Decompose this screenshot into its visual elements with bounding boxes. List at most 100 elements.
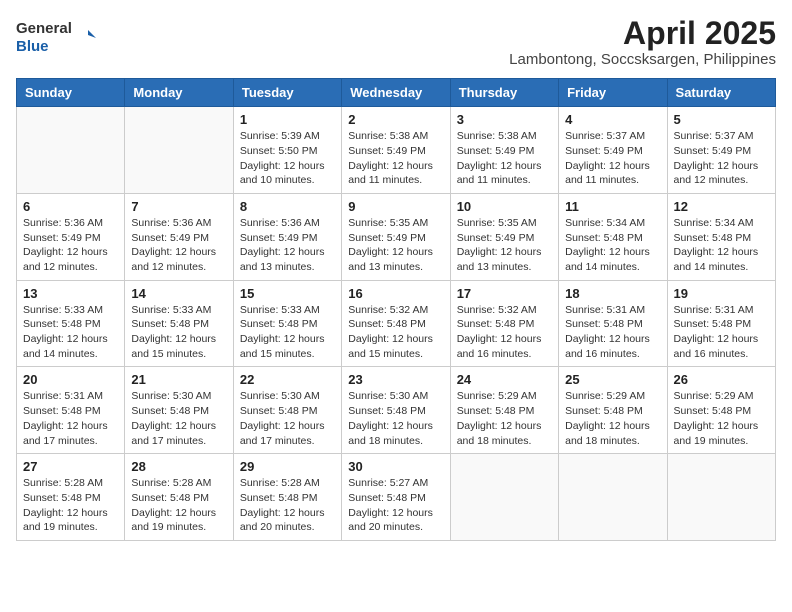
day-number: 19	[674, 286, 769, 301]
header: General Blue April 2025 Lambontong, Socc…	[16, 16, 776, 68]
day-info: Sunrise: 5:28 AMSunset: 5:48 PMDaylight:…	[131, 476, 226, 535]
day-cell-3: 3 Sunrise: 5:38 AMSunset: 5:49 PMDaylight…	[450, 107, 558, 194]
day-number: 20	[23, 372, 118, 387]
day-cell-17: 17Sunrise: 5:32 AMSunset: 5:48 PMDayligh…	[450, 280, 558, 367]
empty-cell	[559, 454, 667, 541]
empty-cell	[17, 107, 125, 194]
day-cell-7: 7 Sunrise: 5:36 AMSunset: 5:49 PMDaylight…	[125, 193, 233, 280]
day-info: Sunrise: 5:34 AMSunset: 5:48 PMDaylight:…	[565, 216, 660, 275]
day-cell-5: 5Sunrise: 5:37 AMSunset: 5:49 PMDaylight…	[667, 107, 775, 194]
day-number: 30	[348, 459, 443, 474]
day-number: 3	[457, 112, 552, 127]
day-number: 28	[131, 459, 226, 474]
location-title: Lambontong, Soccsksargen, Philippines	[509, 51, 776, 68]
logo: General Blue	[16, 16, 96, 56]
logo-svg: General Blue	[16, 16, 96, 56]
day-cell-25: 25 Sunrise: 5:29 AMSunset: 5:48 PMDayligh…	[559, 367, 667, 454]
day-info: Sunrise: 5:33 AMSunset: 5:48 PMDaylight:…	[240, 303, 335, 362]
weekday-header-saturday: Saturday	[667, 79, 775, 107]
day-cell-6: 6 Sunrise: 5:36 AMSunset: 5:49 PMDaylight…	[17, 193, 125, 280]
day-cell-24: 24 Sunrise: 5:29 AMSunset: 5:48 PMDayligh…	[450, 367, 558, 454]
day-info: Sunrise: 5:30 AMSunset: 5:48 PMDaylight:…	[348, 389, 443, 448]
day-info: Sunrise: 5:32 AMSunset: 5:48 PMDaylight:…	[457, 303, 552, 362]
day-info: Sunrise: 5:34 AMSunset: 5:48 PMDaylight:…	[674, 216, 769, 275]
day-number: 4	[565, 112, 660, 127]
day-number: 27	[23, 459, 118, 474]
day-number: 2	[348, 112, 443, 127]
day-cell-28: 28 Sunrise: 5:28 AMSunset: 5:48 PMDayligh…	[125, 454, 233, 541]
day-cell-11: 11 Sunrise: 5:34 AMSunset: 5:48 PMDayligh…	[559, 193, 667, 280]
day-number: 6	[23, 199, 118, 214]
day-info: Sunrise: 5:29 AMSunset: 5:48 PMDaylight:…	[565, 389, 660, 448]
day-number: 11	[565, 199, 660, 214]
day-cell-30: 30 Sunrise: 5:27 AMSunset: 5:48 PMDayligh…	[342, 454, 450, 541]
day-info: Sunrise: 5:37 AMSunset: 5:49 PMDaylight:…	[565, 129, 660, 188]
day-number: 8	[240, 199, 335, 214]
weekday-header-row: SundayMondayTuesdayWednesdayThursdayFrid…	[17, 79, 776, 107]
day-number: 23	[348, 372, 443, 387]
day-info: Sunrise: 5:32 AMSunset: 5:48 PMDaylight:…	[348, 303, 443, 362]
day-cell-12: 12 Sunrise: 5:34 AMSunset: 5:48 PMDayligh…	[667, 193, 775, 280]
day-number: 21	[131, 372, 226, 387]
calendar-row: 1Sunrise: 5:39 AMSunset: 5:50 PMDaylight…	[17, 107, 776, 194]
day-cell-26: 26 Sunrise: 5:29 AMSunset: 5:48 PMDayligh…	[667, 367, 775, 454]
calendar-row: 6 Sunrise: 5:36 AMSunset: 5:49 PMDaylight…	[17, 193, 776, 280]
day-number: 10	[457, 199, 552, 214]
day-cell-14: 14 Sunrise: 5:33 AMSunset: 5:48 PMDayligh…	[125, 280, 233, 367]
day-cell-23: 23 Sunrise: 5:30 AMSunset: 5:48 PMDayligh…	[342, 367, 450, 454]
empty-cell	[667, 454, 775, 541]
day-info: Sunrise: 5:31 AMSunset: 5:48 PMDaylight:…	[565, 303, 660, 362]
day-cell-9: 9Sunrise: 5:35 AMSunset: 5:49 PMDaylight…	[342, 193, 450, 280]
day-cell-1: 1Sunrise: 5:39 AMSunset: 5:50 PMDaylight…	[233, 107, 341, 194]
day-info: Sunrise: 5:29 AMSunset: 5:48 PMDaylight:…	[674, 389, 769, 448]
empty-cell	[450, 454, 558, 541]
day-number: 18	[565, 286, 660, 301]
day-info: Sunrise: 5:36 AMSunset: 5:49 PMDaylight:…	[23, 216, 118, 275]
day-number: 13	[23, 286, 118, 301]
day-info: Sunrise: 5:35 AMSunset: 5:49 PMDaylight:…	[457, 216, 552, 275]
day-info: Sunrise: 5:27 AMSunset: 5:48 PMDaylight:…	[348, 476, 443, 535]
day-number: 22	[240, 372, 335, 387]
svg-text:Blue: Blue	[16, 38, 49, 55]
empty-cell	[125, 107, 233, 194]
day-number: 5	[674, 112, 769, 127]
day-number: 29	[240, 459, 335, 474]
day-info: Sunrise: 5:35 AMSunset: 5:49 PMDaylight:…	[348, 216, 443, 275]
day-number: 12	[674, 199, 769, 214]
weekday-header-monday: Monday	[125, 79, 233, 107]
day-info: Sunrise: 5:33 AMSunset: 5:48 PMDaylight:…	[131, 303, 226, 362]
day-info: Sunrise: 5:29 AMSunset: 5:48 PMDaylight:…	[457, 389, 552, 448]
weekday-header-friday: Friday	[559, 79, 667, 107]
day-cell-8: 8 Sunrise: 5:36 AMSunset: 5:49 PMDaylight…	[233, 193, 341, 280]
day-number: 15	[240, 286, 335, 301]
day-cell-21: 21 Sunrise: 5:30 AMSunset: 5:48 PMDayligh…	[125, 367, 233, 454]
day-info: Sunrise: 5:31 AMSunset: 5:48 PMDaylight:…	[674, 303, 769, 362]
day-info: Sunrise: 5:28 AMSunset: 5:48 PMDaylight:…	[23, 476, 118, 535]
day-number: 1	[240, 112, 335, 127]
day-cell-13: 13Sunrise: 5:33 AMSunset: 5:48 PMDayligh…	[17, 280, 125, 367]
weekday-header-thursday: Thursday	[450, 79, 558, 107]
day-cell-18: 18 Sunrise: 5:31 AMSunset: 5:48 PMDayligh…	[559, 280, 667, 367]
day-info: Sunrise: 5:38 AMSunset: 5:49 PMDaylight:…	[457, 129, 552, 188]
calendar-row: 13 Sunrise: 5:33 AMSunset: 5:48 PMDayligh…	[17, 280, 776, 367]
day-info: Sunrise: 5:36 AMSunset: 5:49 PMDaylight:…	[131, 216, 226, 275]
day-info: Sunrise: 5:30 AMSunset: 5:48 PMDaylight:…	[131, 389, 226, 448]
day-number: 7	[131, 199, 226, 214]
day-info: Sunrise: 5:30 AMSunset: 5:48 PMDaylight:…	[240, 389, 335, 448]
day-number: 25	[565, 372, 660, 387]
day-info: Sunrise: 5:28 AMSunset: 5:48 PMDaylight:…	[240, 476, 335, 535]
day-number: 26	[674, 372, 769, 387]
day-cell-10: 10 Sunrise: 5:35 AMSunset: 5:49 PMDayligh…	[450, 193, 558, 280]
day-info: Sunrise: 5:36 AMSunset: 5:49 PMDaylight:…	[240, 216, 335, 275]
day-number: 16	[348, 286, 443, 301]
day-cell-29: 29 Sunrise: 5:28 AMSunset: 5:48 PMDayligh…	[233, 454, 341, 541]
calendar-table: SundayMondayTuesdayWednesdayThursdayFrid…	[16, 78, 776, 541]
day-number: 24	[457, 372, 552, 387]
weekday-header-tuesday: Tuesday	[233, 79, 341, 107]
day-cell-27: 27 Sunrise: 5:28 AMSunset: 5:48 PMDayligh…	[17, 454, 125, 541]
day-cell-22: 22 Sunrise: 5:30 AMSunset: 5:48 PMDayligh…	[233, 367, 341, 454]
weekday-header-wednesday: Wednesday	[342, 79, 450, 107]
day-number: 14	[131, 286, 226, 301]
calendar-row: 20Sunrise: 5:31 AMSunset: 5:48 PMDayligh…	[17, 367, 776, 454]
day-cell-4: 4 Sunrise: 5:37 AMSunset: 5:49 PMDaylight…	[559, 107, 667, 194]
